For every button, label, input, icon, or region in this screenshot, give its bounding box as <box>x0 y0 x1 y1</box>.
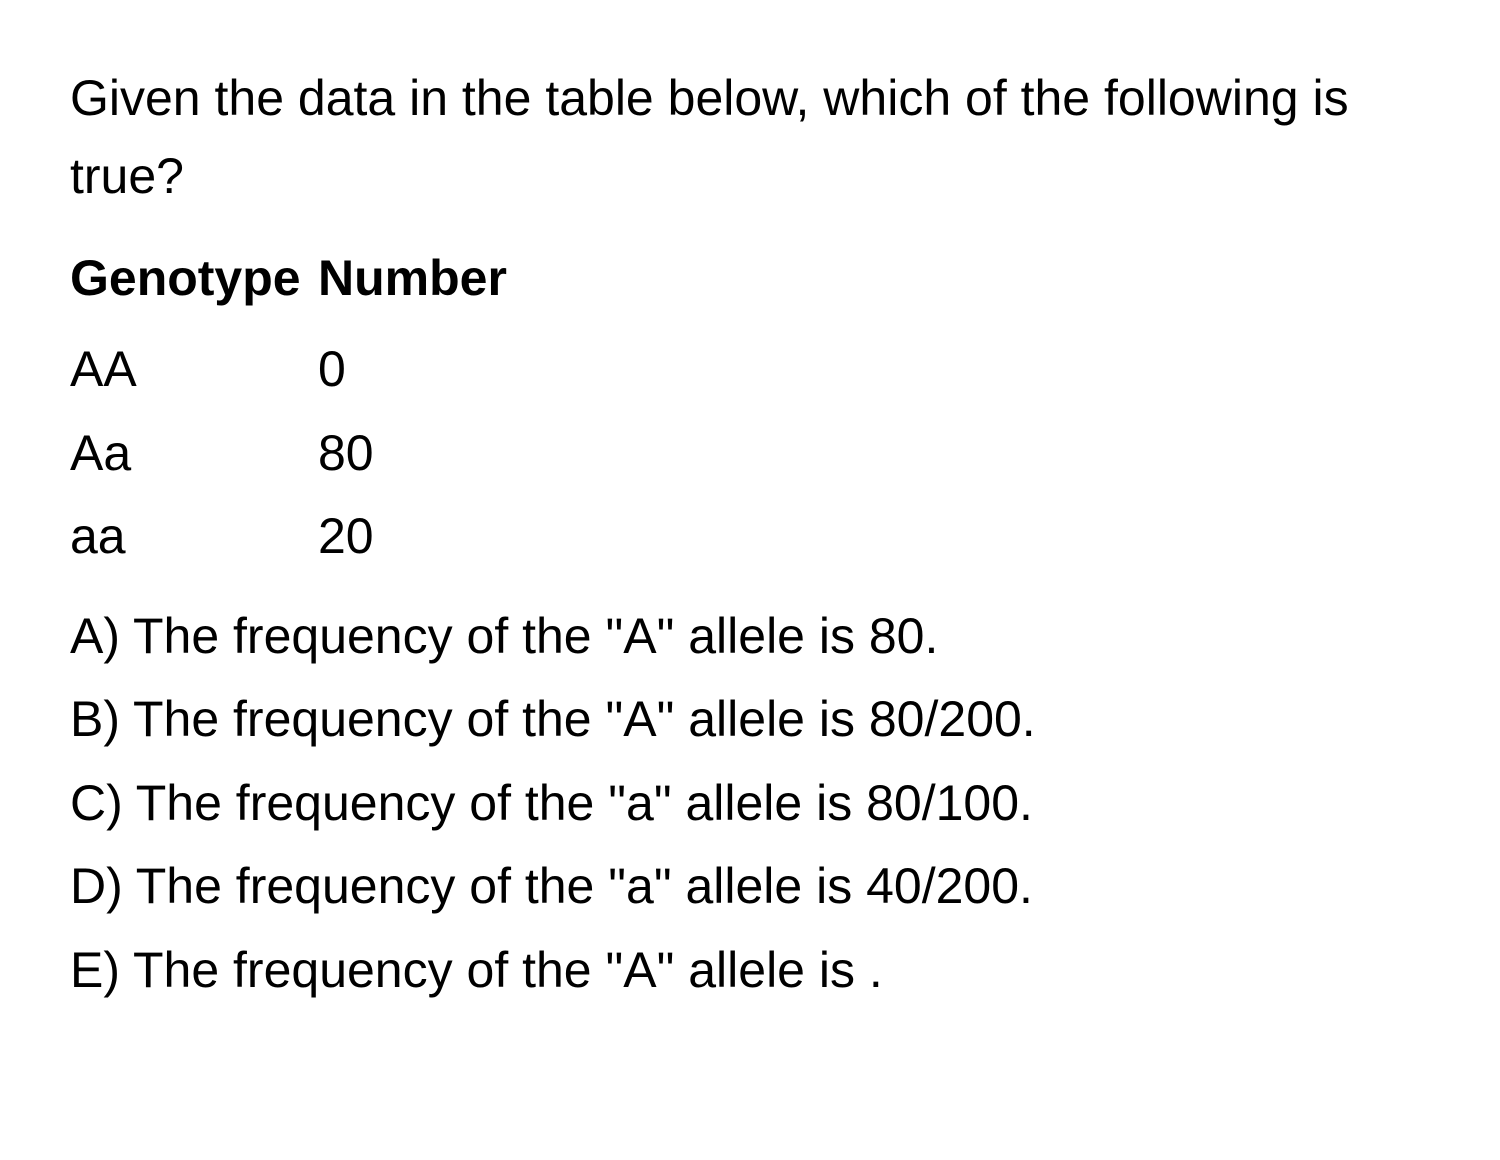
cell-genotype: AA <box>70 331 318 409</box>
option-c: C) The frequency of the "a" allele is 80… <box>70 765 1430 843</box>
option-d: D) The frequency of the "a" allele is 40… <box>70 848 1430 926</box>
table-row: Aa 80 <box>70 415 1430 493</box>
question-prompt: Given the data in the table below, which… <box>70 60 1430 215</box>
cell-number: 20 <box>318 498 1430 576</box>
cell-genotype: Aa <box>70 415 318 493</box>
options-list: A) The frequency of the "A" allele is 80… <box>70 598 1430 1010</box>
table-row: aa 20 <box>70 498 1430 576</box>
option-b: B) The frequency of the "A" allele is 80… <box>70 681 1430 759</box>
table-header-row: Genotype Number <box>70 243 1430 313</box>
cell-genotype: aa <box>70 498 318 576</box>
cell-number: 0 <box>318 331 1430 409</box>
table-row: AA 0 <box>70 331 1430 409</box>
table-header-genotype: Genotype <box>70 243 318 313</box>
table-header-number: Number <box>318 243 1430 313</box>
option-a: A) The frequency of the "A" allele is 80… <box>70 598 1430 676</box>
option-e: E) The frequency of the "A" allele is . <box>70 932 1430 1010</box>
cell-number: 80 <box>318 415 1430 493</box>
